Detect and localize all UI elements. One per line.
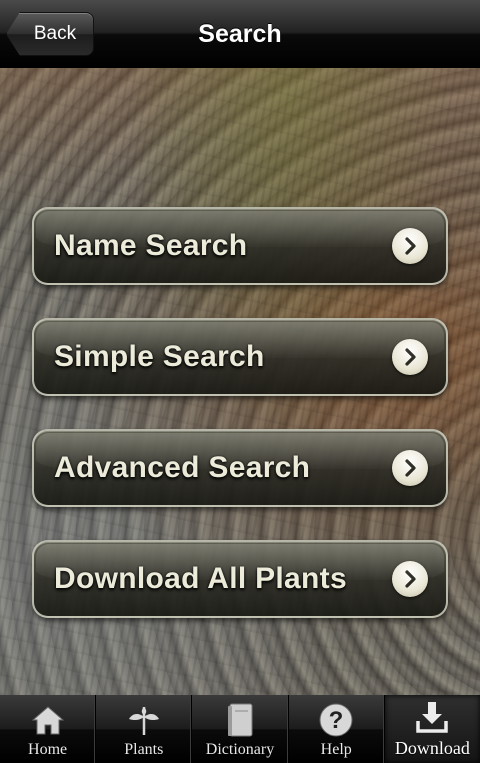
chevron-right-icon	[392, 561, 428, 597]
svg-text:?: ?	[329, 707, 344, 734]
tab-home[interactable]: Home	[0, 695, 97, 763]
tab-help-label: Help	[320, 741, 352, 758]
tab-plants[interactable]: Plants	[96, 695, 193, 763]
tab-download-label: Download	[394, 738, 470, 758]
download-icon	[413, 698, 451, 736]
tab-plants-label: Plants	[124, 741, 164, 758]
name-search-button[interactable]: Name Search	[32, 207, 448, 285]
page-title: Search	[198, 19, 282, 48]
book-icon	[221, 701, 259, 739]
tab-home-label: Home	[28, 741, 68, 758]
tab-dictionary-label: Dictionary	[205, 741, 275, 758]
tab-dictionary[interactable]: Dictionary	[192, 695, 289, 763]
download-all-plants-label: Download All Plants	[54, 562, 347, 595]
tab-help[interactable]: ? Help	[289, 695, 385, 763]
chevron-right-icon	[392, 339, 428, 375]
simple-search-label: Simple Search	[54, 340, 265, 373]
simple-search-button[interactable]: Simple Search	[32, 318, 448, 396]
download-all-plants-button[interactable]: Download All Plants	[32, 540, 448, 618]
home-icon	[29, 701, 67, 739]
help-icon: ?	[317, 701, 355, 739]
navigation-bar: Back Search	[0, 0, 480, 68]
chevron-right-icon	[392, 228, 428, 264]
name-search-label: Name Search	[54, 229, 248, 262]
advanced-search-button[interactable]: Advanced Search	[32, 429, 448, 507]
chevron-right-icon	[392, 450, 428, 486]
wood-background: Name Search Simple Search Advanced Searc…	[0, 68, 480, 695]
tab-download[interactable]: Download	[384, 695, 480, 763]
tab-bar: Home Plants Dictionary ? Help Download	[0, 695, 480, 763]
plant-icon	[125, 701, 163, 739]
advanced-search-label: Advanced Search	[54, 451, 311, 484]
